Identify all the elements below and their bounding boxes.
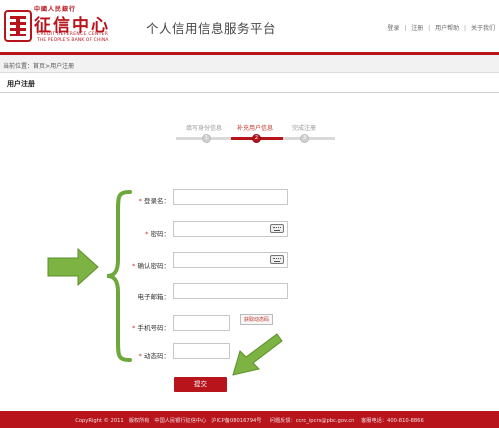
site-title: 个人信用信息服务平台 [146, 21, 277, 36]
required-mark: * [132, 262, 136, 270]
login-name-label-text: 登录名： [144, 197, 170, 205]
footer-copyright: CopyRight © 2011 [75, 418, 124, 424]
logo-subtitle-en-2: THE PEOPLE'S BANK OF CHINA [37, 38, 109, 43]
nav-register-link[interactable]: 注册 [411, 23, 423, 32]
code-input[interactable] [173, 343, 230, 359]
step-2-marker: 2 [252, 134, 261, 143]
password-label-text: 密码： [150, 230, 171, 238]
keyboard-icon[interactable] [270, 224, 284, 233]
footer-hotline: 客服电话：400-810-8866 [361, 418, 424, 424]
submit-button[interactable]: 提交 [174, 377, 227, 392]
registration-steps: 填写身份信息 补充用户信息 完成注册 1 2 3 [176, 123, 354, 147]
step-1-label: 填写身份信息 [186, 125, 223, 132]
step-3-label: 完成注册 [292, 125, 317, 132]
nav-separator: | [464, 25, 467, 32]
email-label-text: 电子邮箱： [137, 293, 171, 301]
code-label: * 动态码： [100, 350, 170, 360]
footer-icp[interactable]: 沪ICP备08016794号 [211, 417, 261, 424]
email-label: 电子邮箱： [100, 291, 171, 301]
top-nav: 登录 | 注册 | 用户帮助 | 关于我们 [387, 23, 495, 32]
nav-help-link[interactable]: 用户帮助 [435, 23, 459, 32]
step-1-marker: 1 [202, 134, 211, 143]
login-name-input[interactable] [173, 189, 288, 205]
nav-separator: | [428, 25, 431, 32]
get-code-button[interactable]: 获取动态码 [240, 314, 274, 325]
phone-label-text: 手机号码： [137, 324, 171, 332]
title-divider [0, 92, 499, 93]
email-input[interactable] [173, 283, 288, 299]
footer-rights: 版权所有 [128, 418, 150, 424]
confirm-password-label-text: 确认密码： [137, 262, 171, 270]
password-label: * 密码： [100, 228, 170, 238]
required-mark: * [138, 197, 142, 205]
nav-about-link[interactable]: 关于我们 [471, 23, 495, 32]
footer-feedback[interactable]: 问题反馈：ccrc_ipcrs@pbc.gov.cn [270, 417, 355, 424]
step-3-marker: 3 [300, 134, 309, 143]
phone-input[interactable] [173, 315, 230, 331]
footer-org: 中国人民银行征信中心 [154, 418, 207, 424]
pboc-seal-icon [4, 10, 32, 42]
required-mark: * [132, 324, 136, 332]
site-header: 中國人民銀行 征信中心 CREDIT REFERENCE CENTER THE … [0, 0, 499, 52]
breadcrumb-home-link[interactable]: 首页 [33, 61, 45, 70]
page-title: 用户注册 [7, 80, 35, 88]
breadcrumb: 当前位置：首页 > 用户注册 [0, 55, 499, 73]
breadcrumb-current: 用户注册 [50, 63, 75, 70]
step-2-label: 补充用户信息 [237, 125, 274, 132]
confirm-password-label: * 确认密码： [100, 260, 170, 270]
required-mark: * [145, 230, 149, 238]
phone-label: * 手机号码： [100, 322, 170, 332]
login-name-label: * 登录名： [100, 195, 170, 205]
site-footer: CopyRight © 2011 版权所有 中国人民银行征信中心 沪ICP备08… [0, 411, 499, 428]
nav-login-link[interactable]: 登录 [387, 23, 399, 32]
breadcrumb-prefix: 当前位置： [3, 63, 34, 70]
nav-separator: | [404, 25, 407, 32]
step-3-track [283, 137, 335, 140]
logo-subtitle-en-1: CREDIT REFERENCE CENTER [37, 32, 109, 37]
code-label-text: 动态码： [144, 352, 170, 360]
required-mark: * [138, 352, 142, 360]
keyboard-icon[interactable] [270, 255, 284, 264]
green-brace-icon [106, 190, 132, 362]
diagonal-arrow-icon [232, 333, 283, 376]
right-arrow-icon [47, 247, 99, 287]
